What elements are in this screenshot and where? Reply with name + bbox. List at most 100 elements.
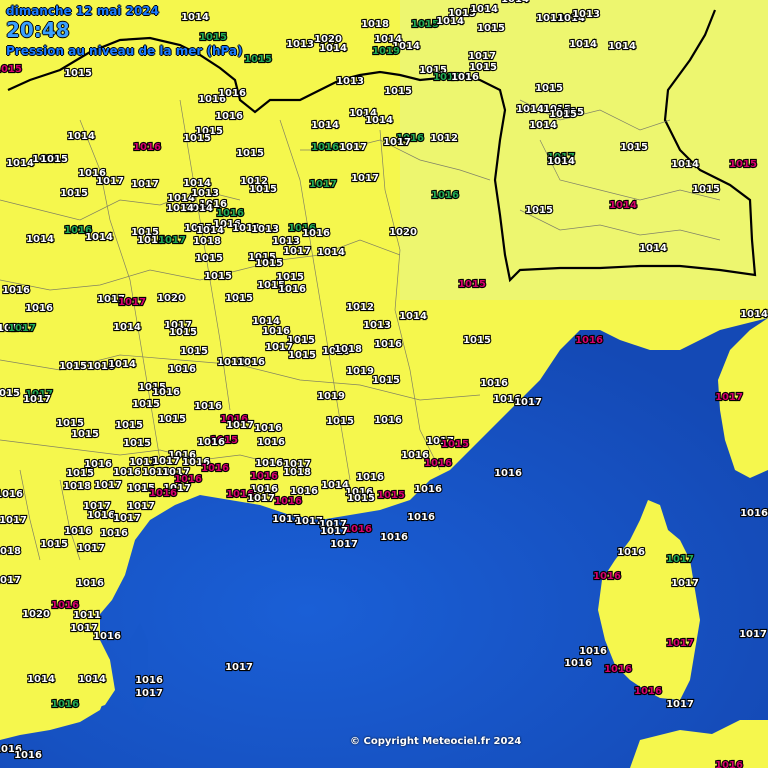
station-pressure-label: 1018: [283, 467, 311, 478]
station-pressure-label: 1017: [666, 638, 694, 649]
station-pressure-label: 1014: [108, 359, 136, 370]
station-pressure-label: 1015: [183, 133, 211, 144]
station-pressure-label: 1016: [278, 284, 306, 295]
station-pressure-label: 1016: [311, 142, 339, 153]
station-pressure-label: 1016: [133, 142, 161, 153]
station-pressure-label: 1016: [201, 463, 229, 474]
station-pressure-label: 1017: [94, 480, 122, 491]
station-pressure-label: 1016: [740, 508, 768, 519]
station-pressure-label: 1016: [51, 699, 79, 710]
station-pressure-label: 1015: [56, 418, 84, 429]
station-pressure-label: 1019: [317, 391, 345, 402]
station-pressure-label: 1015: [535, 83, 563, 94]
station-pressure-label: 1014: [671, 159, 699, 170]
station-pressure-label: 1015: [225, 293, 253, 304]
map-header: dimanche 12 mai 2024 20:48 Pression au n…: [6, 4, 243, 58]
station-pressure-label: 1014: [67, 131, 95, 142]
station-pressure-label: 1014: [365, 115, 393, 126]
station-pressure-label: 1019: [372, 46, 400, 57]
station-pressure-label: 1013: [191, 188, 219, 199]
station-pressure-label: 1016: [424, 458, 452, 469]
station-pressure-label: 1011: [73, 610, 101, 621]
station-pressure-label: 1015: [115, 420, 143, 431]
station-pressure-label: 1014: [317, 247, 345, 258]
station-pressure-label: 1017: [283, 246, 311, 257]
station-pressure-label: 1016: [237, 357, 265, 368]
station-pressure-label: 1014: [569, 39, 597, 50]
pressure-map: 1014 1015 1015 1015 1015 1013 1020 1014 1018 1015…: [0, 0, 768, 768]
station-pressure-label: 1017: [468, 51, 496, 62]
station-pressure-label: 1016: [593, 571, 621, 582]
station-pressure-label: 1016: [579, 646, 607, 657]
station-pressure-label: 1016: [374, 415, 402, 426]
station-pressure-label: 1016: [197, 437, 225, 448]
station-pressure-label: 1016: [216, 208, 244, 219]
station-pressure-label: 1016: [215, 111, 243, 122]
station-pressure-label: 1015: [458, 279, 486, 290]
station-pressure-label: 1017: [247, 493, 275, 504]
station-pressure-label: 1020: [389, 227, 417, 238]
station-pressure-label: 1016: [93, 631, 121, 642]
station-pressure-label: 1014: [311, 120, 339, 131]
station-pressure-label: 1017: [96, 176, 124, 187]
station-pressure-label: 1015: [204, 271, 232, 282]
station-pressure-label: 1018: [334, 344, 362, 355]
station-pressure-label: 1018: [361, 19, 389, 30]
station-pressure-label: 1017: [330, 539, 358, 550]
station-pressure-label: 1015: [169, 327, 197, 338]
station-pressure-label: 1016: [14, 750, 42, 761]
station-pressure-label: 1016: [76, 578, 104, 589]
station-pressure-label: 1015: [132, 399, 160, 410]
station-pressure-label: 1018: [0, 546, 21, 557]
station-pressure-label: 1017: [0, 575, 21, 586]
station-pressure-label: 1015: [463, 335, 491, 346]
station-pressure-label: 1014: [78, 674, 106, 685]
station-pressure-label: 1015: [255, 258, 283, 269]
station-pressure-label: 1017: [715, 392, 743, 403]
station-pressure-label: 1016: [149, 488, 177, 499]
station-pressure-label: 1017: [0, 515, 27, 526]
station-pressure-label: 1014: [501, 0, 529, 5]
station-pressure-label: 1017: [739, 629, 767, 640]
station-pressure-label: 1015: [620, 142, 648, 153]
station-pressure-label: 1016: [634, 686, 662, 697]
station-pressure-label: 1016: [25, 303, 53, 314]
station-pressure-label: 1016: [374, 339, 402, 350]
station-pressure-label: 1016: [480, 378, 508, 389]
station-pressure-label: 1013: [336, 76, 364, 87]
station-pressure-label: 1019: [346, 366, 374, 377]
station-pressure-label: 1017: [118, 297, 146, 308]
station-pressure-label: 1017: [131, 179, 159, 190]
station-pressure-label: 1015: [64, 68, 92, 79]
station-pressure-label: 1014: [470, 4, 498, 15]
station-pressure-label: 1016: [617, 547, 645, 558]
station-pressure-label: 1015: [729, 159, 757, 170]
station-pressure-label: 1014: [113, 322, 141, 333]
station-pressure-label: 1015: [0, 388, 20, 399]
station-pressure-label: 1015: [411, 19, 439, 30]
station-pressure-label: 1016: [135, 675, 163, 686]
station-pressure-label: 1015: [326, 416, 354, 427]
station-pressure-label: 1014: [27, 674, 55, 685]
copyright-label: © Copyright Meteociel.fr 2024: [350, 736, 522, 747]
station-pressure-label: 1017: [666, 554, 694, 565]
station-pressure-label: 1015: [40, 539, 68, 550]
station-pressure-label: 1012: [346, 302, 374, 313]
map-subtitle: Pression au niveau de la mer (hPa): [6, 44, 243, 58]
station-pressure-label: 1016: [64, 526, 92, 537]
station-pressure-label: 1016: [255, 458, 283, 469]
station-pressure-label: 1016: [194, 401, 222, 412]
station-pressure-label: 1020: [157, 293, 185, 304]
station-pressure-label: 1017: [351, 173, 379, 184]
station-pressure-label: 1017: [77, 543, 105, 554]
station-pressure-label: 1016: [344, 524, 372, 535]
station-pressure-label: 1017: [339, 142, 367, 153]
station-pressure-label: 1017: [113, 513, 141, 524]
station-pressure-label: 1016: [302, 228, 330, 239]
station-pressure-label: 1014: [516, 104, 544, 115]
station-pressure-label: 1015: [692, 184, 720, 195]
station-pressure-label: 1016: [356, 472, 384, 483]
station-pressure-label: 1017: [320, 526, 348, 537]
station-pressure-label: 1017: [666, 699, 694, 710]
station-pressure-label: 1016: [274, 496, 302, 507]
